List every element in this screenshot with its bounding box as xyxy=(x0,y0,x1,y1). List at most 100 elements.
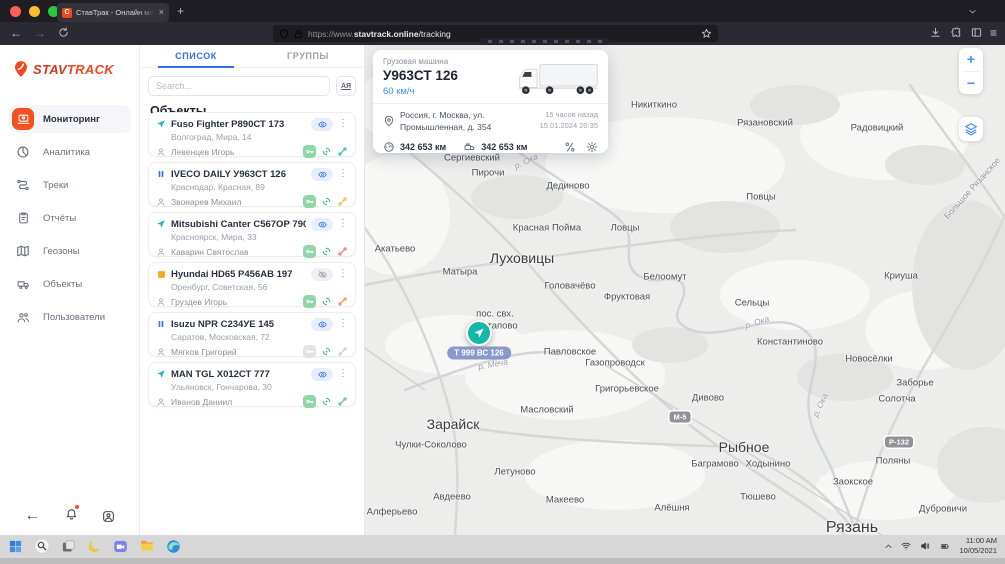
gps-signal-icon xyxy=(321,246,332,257)
menu-icon[interactable]: ≡ xyxy=(990,26,997,40)
map-label: Заокское xyxy=(833,477,873,488)
visibility-toggle[interactable] xyxy=(311,118,333,131)
browser-tab[interactable]: С СтавТрак - Онлайн мониторин × xyxy=(57,3,169,22)
tab-groups[interactable]: ГРУППЫ xyxy=(252,45,364,67)
visibility-toggle[interactable] xyxy=(311,168,333,181)
sidebar-item-reports[interactable]: Отчёты xyxy=(8,204,131,232)
odometer-value: 342 653 км xyxy=(400,142,446,152)
show-route-button[interactable] xyxy=(564,141,576,153)
collapse-sidebar-button[interactable]: ← xyxy=(24,507,40,525)
new-tab-button[interactable]: + xyxy=(177,4,184,18)
sidebar-item-tracks[interactable]: Треки xyxy=(8,171,131,199)
profile-button[interactable] xyxy=(102,510,115,523)
ignition-key-icon xyxy=(303,295,316,308)
vehicle-card[interactable]: IVECO DAILY У963СТ 126 ⋮ Краснодар, Крас… xyxy=(148,162,356,207)
vehicle-address: Ульяновск, Гончарова, 30 xyxy=(171,382,348,392)
connection-status-icon xyxy=(337,396,348,407)
card-menu-button[interactable]: ⋮ xyxy=(338,319,348,329)
tray-expand-icon[interactable] xyxy=(884,542,893,551)
layers-icon xyxy=(964,122,978,136)
map-layers-button[interactable] xyxy=(959,117,983,141)
map-label: Зарайск xyxy=(427,416,480,432)
taskbar-edge-icon[interactable] xyxy=(166,539,181,554)
eye-icon xyxy=(317,370,328,379)
taskbar-chat-icon[interactable] xyxy=(113,539,128,554)
taskbar-taskview-icon[interactable] xyxy=(61,539,76,554)
forward-button[interactable]: → xyxy=(34,26,46,40)
system-tray[interactable]: 11:00 AM 10/05/2021 xyxy=(884,537,997,555)
reload-button[interactable] xyxy=(58,27,69,38)
settings-button[interactable] xyxy=(586,141,598,153)
search-input[interactable] xyxy=(148,76,330,96)
taskbar-start-icon[interactable] xyxy=(8,539,23,554)
users-icon xyxy=(12,306,34,328)
taskbar-explorer-icon[interactable] xyxy=(139,539,155,553)
zoom-out-button[interactable]: − xyxy=(959,72,983,95)
visibility-toggle[interactable] xyxy=(311,368,333,381)
gps-signal-icon xyxy=(321,346,332,357)
minimize-window-button[interactable] xyxy=(29,6,40,17)
card-menu-button[interactable]: ⋮ xyxy=(338,219,348,229)
tab-close-icon[interactable]: × xyxy=(159,8,164,17)
card-menu-button[interactable]: ⋮ xyxy=(338,169,348,179)
visibility-toggle[interactable] xyxy=(311,218,333,231)
window-controls[interactable] xyxy=(10,6,59,17)
vehicle-card[interactable]: Fuso Fighter Р890СТ 173 ⋮ Волгоград, Мир… xyxy=(148,112,356,157)
taskbar-clock[interactable]: 11:00 AM 10/05/2021 xyxy=(959,536,997,556)
taskbar-searchapp-icon[interactable] xyxy=(34,538,50,554)
card-menu-button[interactable]: ⋮ xyxy=(338,269,348,279)
panel-tabs: СПИСОК ГРУППЫ xyxy=(140,45,364,68)
map-label: Алёшня xyxy=(654,503,689,514)
battery-icon[interactable] xyxy=(938,542,952,551)
connection-status-icon xyxy=(337,146,348,157)
map-label: Павловское xyxy=(544,347,596,358)
wifi-icon[interactable] xyxy=(900,541,912,551)
eye-icon xyxy=(317,170,328,179)
vehicle-card[interactable]: Isuzu NPR С234УЕ 145 ⋮ Саратов, Московск… xyxy=(148,312,356,357)
sidebar-item-geozones[interactable]: Геозоны xyxy=(8,237,131,265)
card-menu-button[interactable]: ⋮ xyxy=(338,119,348,129)
sort-az-button[interactable]: АЯ xyxy=(336,76,356,96)
vehicle-name: Hyundai HD65 Р456АВ 197 xyxy=(171,269,306,280)
map-label: Белоомут xyxy=(643,272,686,283)
card-menu-button[interactable]: ⋮ xyxy=(338,369,348,379)
extensions-icon[interactable] xyxy=(951,27,962,38)
visibility-toggle[interactable] xyxy=(311,318,333,331)
tab-overflow-icon[interactable] xyxy=(968,7,977,16)
sidebar-item-monitoring[interactable]: Мониторинг xyxy=(8,105,131,133)
vehicle-marker-label[interactable]: Т 999 ВС 126 xyxy=(447,347,511,360)
location-pin-icon xyxy=(383,109,395,134)
back-button[interactable]: ← xyxy=(10,26,22,40)
map-label: Ходынино xyxy=(746,459,791,470)
map-label: Баграмово xyxy=(691,459,739,470)
vehicle-card[interactable]: MAN TGL Х012СТ 777 ⋮ Ульяновск, Гончаров… xyxy=(148,362,356,407)
map-label: Криуша xyxy=(884,271,918,282)
vehicle-card[interactable]: Hyundai HD65 Р456АВ 197 ⋮ Оренбург, Сове… xyxy=(148,262,356,307)
downloads-icon[interactable] xyxy=(930,27,941,38)
map[interactable]: НикиткиноРязановскийРадовицкийБольшое Ря… xyxy=(365,45,1005,535)
shield-icon[interactable] xyxy=(279,29,289,39)
sidebar-toggle-icon[interactable] xyxy=(971,27,982,38)
map-label: Ловцы xyxy=(611,223,640,234)
zoom-in-button[interactable]: + xyxy=(959,48,983,71)
notifications-button[interactable] xyxy=(65,507,78,525)
vehicle-marker[interactable] xyxy=(466,320,492,346)
sidebar-item-objects[interactable]: Объекты xyxy=(8,270,131,298)
taskbar-moon-icon[interactable] xyxy=(87,539,102,554)
sidebar-item-analytics[interactable]: Аналитика xyxy=(8,138,131,166)
visibility-toggle[interactable] xyxy=(311,268,333,281)
close-window-button[interactable] xyxy=(10,6,21,17)
volume-icon[interactable] xyxy=(919,541,931,551)
map-label: Сергиевский xyxy=(444,153,500,164)
gps-signal-icon xyxy=(321,296,332,307)
tab-list[interactable]: СПИСОК xyxy=(140,45,252,67)
sidebar-item-users[interactable]: Пользователи xyxy=(8,303,131,331)
sidebar-item-label: Геозоны xyxy=(43,246,80,257)
gps-signal-icon xyxy=(321,146,332,157)
bookmark-star-icon[interactable] xyxy=(701,28,712,39)
lock-icon[interactable] xyxy=(294,29,303,39)
vehicle-card[interactable]: Mitsubishi Canter С567ОР 790 ⋮ Красноярс… xyxy=(148,212,356,257)
connection-status-icon xyxy=(337,196,348,207)
notification-dot xyxy=(75,505,79,509)
connection-status-icon xyxy=(337,296,348,307)
